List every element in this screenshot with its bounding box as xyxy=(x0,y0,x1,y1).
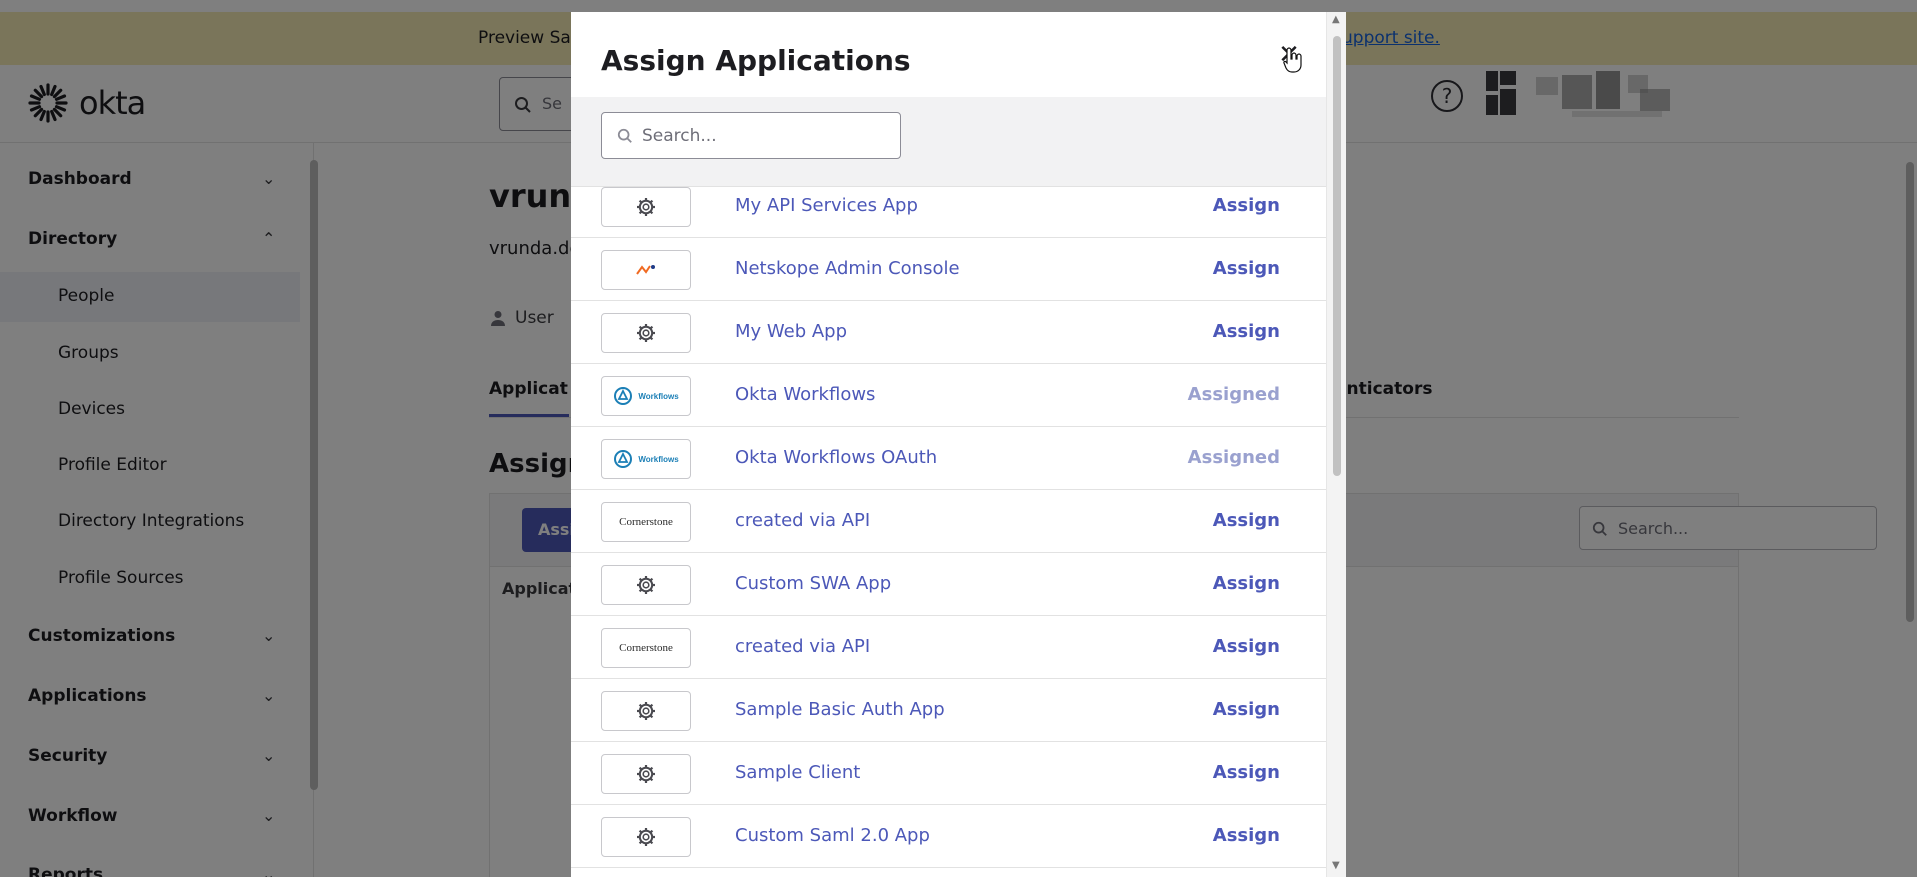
app-row: Custom Saml 2.0 App Assign xyxy=(571,805,1326,868)
scroll-up-arrow-icon[interactable]: ▲ xyxy=(1332,14,1340,25)
gear-icon xyxy=(637,765,655,783)
modal-search-input[interactable]: Search... xyxy=(601,112,901,159)
assign-button[interactable]: Assign xyxy=(1213,258,1280,279)
app-row: Sample Basic Auth App Assign xyxy=(571,679,1326,742)
gear-icon xyxy=(637,198,655,216)
app-logo: Workflows xyxy=(601,439,691,479)
modal-scrollbar[interactable]: ▲ ▼ xyxy=(1326,12,1346,877)
app-logo xyxy=(601,565,691,605)
workflows-logo-icon: Workflows xyxy=(613,386,679,406)
app-logo xyxy=(601,250,691,290)
gear-icon xyxy=(637,828,655,846)
app-row: My API Services App Assign xyxy=(571,175,1326,238)
applications-list: My API Services App Assign Netskope Admin … xyxy=(571,175,1326,868)
app-name: created via API xyxy=(735,636,871,657)
app-logo: Cornerstone xyxy=(601,628,691,668)
assign-button[interactable]: Assign xyxy=(1213,573,1280,594)
app-name: Okta Workflows xyxy=(735,384,876,405)
app-row: Sample Client Assign xyxy=(571,742,1326,805)
app-logo xyxy=(601,313,691,353)
workflows-logo-icon: Workflows xyxy=(613,449,679,469)
assign-button[interactable]: Assign xyxy=(1213,636,1280,657)
app-row: Workflows Okta Workflows Assigned xyxy=(571,364,1326,427)
app-name: My Web App xyxy=(735,321,848,342)
search-icon xyxy=(617,128,632,143)
modal-search-bar: Search... xyxy=(571,97,1326,187)
assign-applications-modal: Assign Applications ✕ Search... My API S… xyxy=(571,12,1346,877)
app-name: Okta Workflows OAuth xyxy=(735,447,938,468)
scroll-down-arrow-icon[interactable]: ▼ xyxy=(1332,860,1340,871)
app-logo xyxy=(601,754,691,794)
assigned-status: Assigned xyxy=(1187,447,1280,468)
app-row: Cornerstone created via API Assign xyxy=(571,490,1326,553)
app-row: Custom SWA App Assign xyxy=(571,553,1326,616)
app-name: Sample Basic Auth App xyxy=(735,699,945,720)
app-name: Custom SWA App xyxy=(735,573,892,594)
app-name: Custom Saml 2.0 App xyxy=(735,825,930,846)
netskope-logo-icon xyxy=(636,265,655,275)
app-row: My Web App Assign xyxy=(571,301,1326,364)
app-name: My API Services App xyxy=(735,195,918,216)
assign-button[interactable]: Assign xyxy=(1213,699,1280,720)
app-row: Cornerstone created via API Assign xyxy=(571,616,1326,679)
assign-button[interactable]: Assign xyxy=(1213,195,1280,216)
scrollbar-thumb[interactable] xyxy=(1333,36,1341,476)
app-row: Netskope Admin Console Assign xyxy=(571,238,1326,301)
app-logo xyxy=(601,817,691,857)
assign-button[interactable]: Assign xyxy=(1213,825,1280,846)
assign-button[interactable]: Assign xyxy=(1213,762,1280,783)
app-logo: Cornerstone xyxy=(601,502,691,542)
gear-icon xyxy=(637,324,655,342)
search-placeholder: Search... xyxy=(642,126,717,146)
app-row: Workflows Okta Workflows OAuth Assigned xyxy=(571,427,1326,490)
gear-icon xyxy=(637,576,655,594)
app-logo xyxy=(601,691,691,731)
modal-title: Assign Applications xyxy=(601,44,911,77)
cornerstone-logo-icon: Cornerstone xyxy=(619,516,673,528)
assign-button[interactable]: Assign xyxy=(1213,321,1280,342)
app-name: Netskope Admin Console xyxy=(735,258,960,279)
app-logo: Workflows xyxy=(601,376,691,416)
gear-icon xyxy=(637,702,655,720)
app-name: Sample Client xyxy=(735,762,861,783)
mouse-pointer-hand-icon xyxy=(1283,47,1302,73)
app-logo xyxy=(601,187,691,227)
assigned-status: Assigned xyxy=(1187,384,1280,405)
cornerstone-logo-icon: Cornerstone xyxy=(619,642,673,654)
assign-button[interactable]: Assign xyxy=(1213,510,1280,531)
app-name: created via API xyxy=(735,510,871,531)
